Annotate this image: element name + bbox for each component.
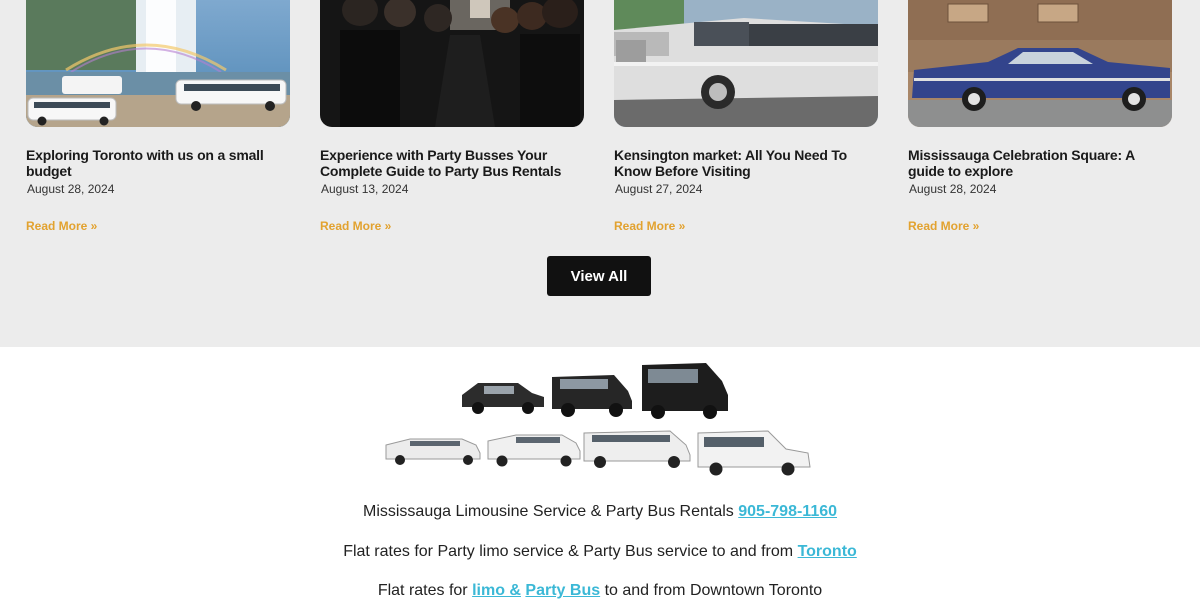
van-icon <box>642 363 728 419</box>
suv-icon <box>552 375 632 417</box>
post-thumbnail-party-bus[interactable] <box>320 0 584 127</box>
limo-link[interactable]: limo & <box>472 582 521 599</box>
party-bus-link[interactable]: Party Bus <box>525 582 600 599</box>
read-more-link[interactable]: Read More » <box>908 219 979 233</box>
white-limo-icon <box>385 438 481 465</box>
post-title[interactable]: Kensington market: All You Need To Know … <box>614 147 878 179</box>
fleet-image <box>380 355 820 480</box>
post-date: August 28, 2024 <box>27 182 115 196</box>
read-more-link[interactable]: Read More » <box>26 219 97 233</box>
downtown-rates-suffix: to and from Downtown Toronto <box>600 582 823 599</box>
toronto-link[interactable]: Toronto <box>798 543 857 560</box>
phone-link[interactable]: 905-798-1160 <box>738 503 837 520</box>
party-bus-icon <box>697 430 811 476</box>
post-date: August 28, 2024 <box>909 182 997 196</box>
read-more-link[interactable]: Read More » <box>614 219 685 233</box>
service-text: Mississauga Limousine Service & Party Bu… <box>362 503 739 520</box>
sedan-icon <box>462 383 544 414</box>
view-all-button[interactable]: View All <box>547 256 651 296</box>
white-cadillac-limousine-image <box>614 0 878 127</box>
read-more-link[interactable]: Read More » <box>320 219 391 233</box>
downtown-rates-prefix: Flat rates for <box>377 582 473 599</box>
post-date: August 27, 2024 <box>615 182 703 196</box>
post-date: August 13, 2024 <box>321 182 409 196</box>
post-title[interactable]: Mississauga Celebration Square: A guide … <box>908 147 1172 179</box>
white-suv-limo-icon <box>583 430 691 468</box>
downtown-rates-line: Flat rates for limo & Party Bus to and f… <box>0 582 1200 600</box>
blue-vintage-cadillac-image <box>908 0 1172 127</box>
flat-rates-text: Flat rates for Party limo service & Part… <box>343 543 798 560</box>
post-thumbnail-niagara-limos[interactable] <box>26 0 290 127</box>
post-thumbnail-white-limo[interactable] <box>614 0 878 127</box>
service-line: Mississauga Limousine Service & Party Bu… <box>0 503 1200 521</box>
flat-rates-line: Flat rates for Party limo service & Part… <box>0 543 1200 561</box>
post-title[interactable]: Exploring Toronto with us on a small bud… <box>26 147 290 179</box>
niagara-falls-image <box>26 0 290 127</box>
white-lincoln-limo-icon <box>487 434 581 467</box>
post-thumbnail-vintage-cadillac[interactable] <box>908 0 1172 127</box>
limousine-fleet-lineup-image <box>385 363 811 476</box>
blog-section: Exploring Toronto with us on a small bud… <box>0 0 1200 347</box>
party-bus-interior-image <box>320 0 584 127</box>
post-title[interactable]: Experience with Party Busses Your Comple… <box>320 147 584 179</box>
